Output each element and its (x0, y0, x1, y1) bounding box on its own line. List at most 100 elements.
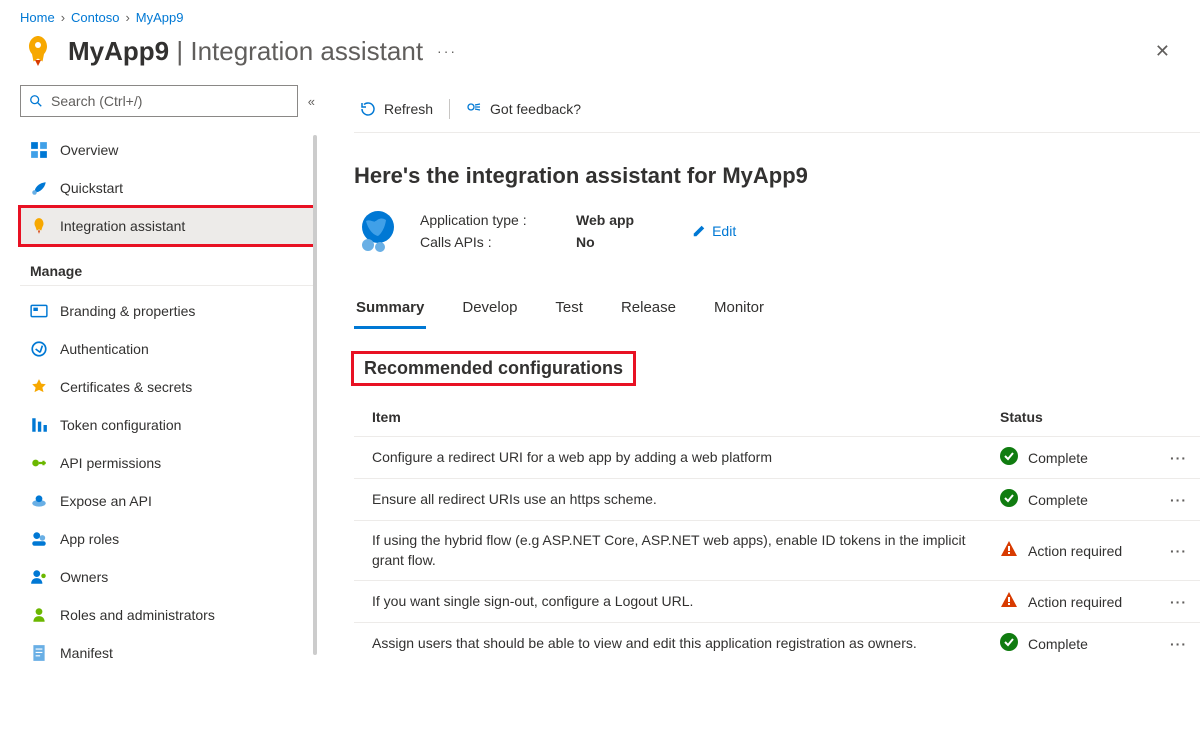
warning-icon (1000, 591, 1018, 612)
close-icon[interactable]: ✕ (1145, 35, 1180, 68)
sidebar-item-quickstart[interactable]: Quickstart (20, 169, 315, 207)
feedback-button[interactable]: Got feedback? (460, 97, 587, 121)
check-icon (1000, 489, 1018, 510)
table-row: If you want single sign-out, configure a… (354, 580, 1200, 622)
page-title: MyApp9 | Integration assistant (68, 36, 423, 67)
search-placeholder: Search (Ctrl+/) (51, 93, 142, 109)
breadcrumb-link[interactable]: MyApp9 (136, 10, 184, 25)
row-more-icon[interactable]: ··· (1170, 450, 1200, 466)
breadcrumb: Home › Contoso › MyApp9 (0, 0, 1200, 29)
collapse-sidebar-icon[interactable]: « (308, 94, 315, 109)
refresh-icon (360, 101, 376, 117)
sidebar-item-authentication[interactable]: Authentication (20, 330, 315, 368)
roles-admin-icon (30, 606, 48, 624)
sidebar-item-label: Roles and administrators (60, 607, 215, 623)
sidebar-item-label: App roles (60, 531, 119, 547)
row-more-icon[interactable]: ··· (1170, 492, 1200, 508)
api-perm-icon (30, 454, 48, 472)
branding-icon (30, 302, 48, 320)
quickstart-icon (30, 179, 48, 197)
sidebar-item-label: Authentication (60, 341, 149, 357)
meta-value: No (576, 234, 634, 250)
sidebar-section-manage: Manage (20, 245, 315, 286)
app-roles-icon (30, 530, 48, 548)
chevron-right-icon: › (125, 10, 129, 25)
pencil-icon (692, 224, 706, 238)
row-status: Complete (1000, 633, 1170, 654)
separator (449, 99, 450, 119)
search-input[interactable]: Search (Ctrl+/) (20, 85, 298, 117)
row-text: Ensure all redirect URIs use an https sc… (354, 490, 1000, 510)
sidebar-item-expose-an-api[interactable]: Expose an API (20, 482, 315, 520)
sidebar-item-label: Owners (60, 569, 108, 585)
row-text: If you want single sign-out, configure a… (354, 592, 1000, 612)
expose-api-icon (30, 492, 48, 510)
token-icon (30, 416, 48, 434)
cert-icon (30, 378, 48, 396)
row-text: If using the hybrid flow (e.g ASP.NET Co… (354, 531, 1000, 570)
row-status: Action required (1000, 540, 1170, 561)
row-more-icon[interactable]: ··· (1170, 594, 1200, 610)
table-row: Configure a redirect URI for a web app b… (354, 436, 1200, 478)
refresh-button[interactable]: Refresh (354, 97, 439, 121)
feedback-icon (466, 101, 482, 117)
auth-icon (30, 340, 48, 358)
sidebar-item-label: API permissions (60, 455, 161, 471)
rocket-icon (30, 217, 48, 235)
table-row: Assign users that should be able to view… (354, 622, 1200, 664)
tab-summary[interactable]: Summary (354, 295, 426, 329)
meta-key: Calls APIs : (420, 234, 560, 250)
sidebar-item-label: Manifest (60, 645, 113, 661)
sidebar-item-label: Token configuration (60, 417, 181, 433)
edit-button[interactable]: Edit (692, 223, 736, 239)
more-icon[interactable]: ··· (437, 43, 457, 59)
row-status: Action required (1000, 591, 1170, 612)
sidebar-item-owners[interactable]: Owners (20, 558, 315, 596)
sidebar-item-branding-properties[interactable]: Branding & properties (20, 292, 315, 330)
manifest-icon (30, 644, 48, 662)
row-more-icon[interactable]: ··· (1170, 636, 1200, 652)
meta-key: Application type : (420, 212, 560, 228)
main-content: Refresh Got feedback? Here's the integra… (320, 85, 1200, 682)
chevron-right-icon: › (61, 10, 65, 25)
breadcrumb-link[interactable]: Contoso (71, 10, 119, 25)
meta-value: Web app (576, 212, 634, 228)
sidebar-item-api-permissions[interactable]: API permissions (20, 444, 315, 482)
row-text: Configure a redirect URI for a web app b… (354, 448, 1000, 468)
sidebar-item-token-configuration[interactable]: Token configuration (20, 406, 315, 444)
tab-release[interactable]: Release (619, 295, 678, 329)
scrollbar[interactable] (313, 135, 317, 655)
rocket-icon (20, 33, 56, 69)
sidebar-item-label: Branding & properties (60, 303, 195, 319)
sidebar-item-certificates-secrets[interactable]: Certificates & secrets (20, 368, 315, 406)
sidebar-item-overview[interactable]: Overview (20, 131, 315, 169)
check-icon (1000, 447, 1018, 468)
check-icon (1000, 633, 1018, 654)
sidebar-item-label: Certificates & secrets (60, 379, 192, 395)
recommendations-table: Item Status Configure a redirect URI for… (354, 401, 1200, 664)
breadcrumb-link[interactable]: Home (20, 10, 55, 25)
overview-icon (30, 141, 48, 159)
table-row: If using the hybrid flow (e.g ASP.NET Co… (354, 520, 1200, 580)
tab-test[interactable]: Test (553, 295, 585, 329)
column-header-item: Item (354, 409, 1000, 425)
app-metadata: Application type : Web app Calls APIs : … (354, 207, 1200, 255)
sidebar-item-label: Expose an API (60, 493, 152, 509)
owners-icon (30, 568, 48, 586)
tab-monitor[interactable]: Monitor (712, 295, 766, 329)
table-row: Ensure all redirect URIs use an https sc… (354, 478, 1200, 520)
row-status: Complete (1000, 489, 1170, 510)
sidebar: Search (Ctrl+/) « Overview Quickstart Inte… (0, 85, 320, 682)
sidebar-item-roles-and-administrators[interactable]: Roles and administrators (20, 596, 315, 634)
column-header-status: Status (1000, 409, 1200, 425)
row-text: Assign users that should be able to view… (354, 634, 1000, 654)
sidebar-item-app-roles[interactable]: App roles (20, 520, 315, 558)
sidebar-item-integration-assistant[interactable]: Integration assistant (20, 207, 315, 245)
sidebar-item-label: Integration assistant (60, 218, 185, 234)
page-header: MyApp9 | Integration assistant ··· ✕ (0, 29, 1200, 85)
row-more-icon[interactable]: ··· (1170, 543, 1200, 559)
tab-bar: Summary Develop Test Release Monitor (354, 295, 1200, 330)
tab-develop[interactable]: Develop (460, 295, 519, 329)
sidebar-item-label: Overview (60, 142, 118, 158)
sidebar-item-manifest[interactable]: Manifest (20, 634, 315, 672)
